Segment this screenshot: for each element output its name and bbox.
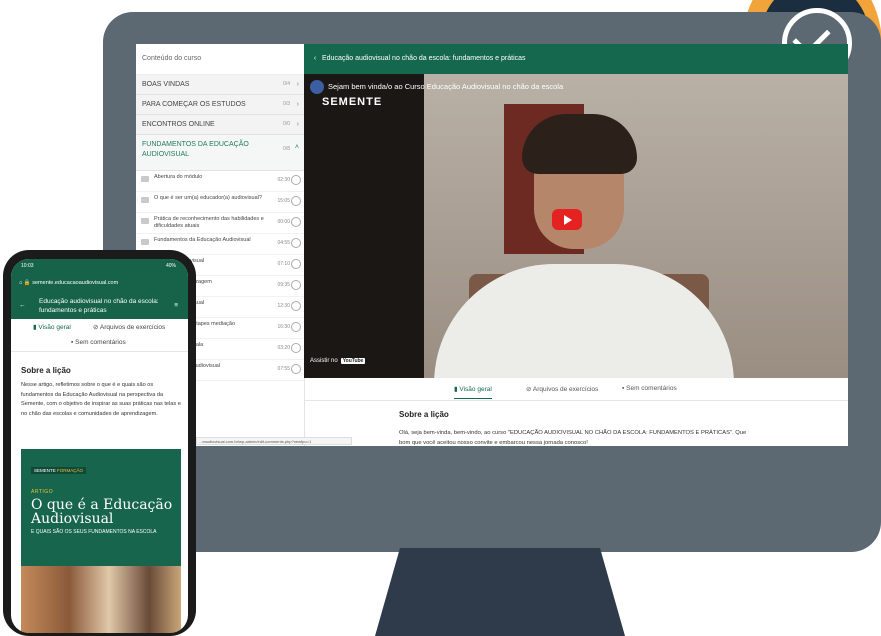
article-photo <box>21 566 181 633</box>
video-player[interactable]: Sejam bem vinda/o ao Curso Educação Audi… <box>304 74 848 378</box>
article-kicker: ARTIGO <box>31 489 54 495</box>
complete-checkbox[interactable] <box>291 280 301 290</box>
lesson-item[interactable]: Abertura do módulo 02:30 <box>136 171 304 192</box>
lesson-duration: 03:20 <box>277 345 290 351</box>
lesson-duration: 07:10 <box>277 261 290 267</box>
channel-avatar <box>310 80 324 94</box>
chevron-right-icon: › <box>296 121 299 128</box>
about-title: Sobre a lição <box>399 410 449 419</box>
complete-checkbox[interactable] <box>291 301 301 311</box>
tab-comments[interactable]: ▪ Sem comentários <box>622 385 677 392</box>
lesson-item[interactable]: Prática de reconhecimento das habilidade… <box>136 213 304 234</box>
tab-files[interactable]: ⊘ Arquivos de exercícios <box>526 385 598 393</box>
article-subtitle: E QUAIS SÃO OS SEUS FUNDAMENTOS NA ESCOL… <box>31 529 157 535</box>
lock-icon: 🔒 <box>23 280 31 286</box>
desktop-screen: Conteúdo do curso BOAS VINDAS 0/4 › PARA C… <box>136 44 848 446</box>
status-url-hint: ...eaudiovisual.com.br/wp-admin/edit-com… <box>196 437 352 445</box>
section-comecar[interactable]: PARA COMEÇAR OS ESTUDOS 0/3 › <box>136 95 304 115</box>
phone-about-text: Nesse artigo, refletimos sobre o que é e… <box>21 382 181 417</box>
phone-url-bar[interactable]: ⌂ 🔒 semente.educacaoaudiovisual.com <box>11 273 188 293</box>
complete-checkbox[interactable] <box>291 322 301 332</box>
lesson-duration: 04:55 <box>277 240 290 246</box>
tab-comments[interactable]: ▪ Sem comentários <box>71 339 126 346</box>
complete-checkbox[interactable] <box>291 217 301 227</box>
section-count: 0/0 <box>283 121 290 127</box>
play-icon <box>141 218 149 224</box>
sidebar-header: Conteúdo do curso <box>136 44 304 75</box>
lesson-title: Abertura do módulo <box>154 174 203 180</box>
play-icon <box>141 197 149 203</box>
section-label: ENCONTROS ONLINE <box>142 121 215 128</box>
video-frame-person-hair <box>522 114 637 174</box>
lesson-title: Educação audiovisual no chão da escola: … <box>322 55 526 62</box>
section-count: 0/3 <box>283 101 290 107</box>
tab-files[interactable]: ⊘ Arquivos de exercícios <box>93 323 165 331</box>
section-count: 0/8 <box>283 146 290 152</box>
complete-checkbox[interactable] <box>291 343 301 353</box>
section-label: PARA COMEÇAR OS ESTUDOS <box>142 101 246 108</box>
play-icon <box>141 239 149 245</box>
lesson-duration: 16:30 <box>277 324 290 330</box>
complete-checkbox[interactable] <box>291 364 301 374</box>
section-label: FUNDAMENTOS DA EDUCAÇÃO AUDIOVISUAL <box>142 141 249 158</box>
youtube-logo: YouTube <box>340 358 366 364</box>
lesson-title: O que é ser um(a) educador(a) audiovisua… <box>154 195 262 201</box>
lesson-tabs: ▮ Visão geral ⊘ Arquivos de exercícios ▪… <box>304 378 848 401</box>
phone-screen: 10:03 40% ⌂ 🔒 semente.educacaoaudiovisual… <box>11 259 188 633</box>
chevron-right-icon: › <box>296 81 299 88</box>
tab-overview[interactable]: ▮ Visão geral <box>33 323 71 331</box>
article-title: O que é a Educação Audiovisual <box>31 497 173 527</box>
complete-checkbox[interactable] <box>291 196 301 206</box>
tab-overview[interactable]: ▮ Visão geral <box>454 385 492 399</box>
lesson-duration: 15:05 <box>277 198 290 204</box>
lesson-duration: 02:30 <box>277 177 290 183</box>
about-text: Olá, seja bem-vinda, bem-vindo, ao curso… <box>399 430 747 446</box>
section-label: BOAS VINDAS <box>142 81 190 88</box>
article-brand: SEMENTE FORMAÇÃO <box>31 467 87 474</box>
chevron-up-icon: ˄ <box>294 144 299 151</box>
lesson-duration: 07:55 <box>277 366 290 372</box>
lesson-duration: 00:00 <box>277 219 290 225</box>
watch-on-youtube[interactable]: Assistir no YouTube <box>310 358 366 364</box>
phone-tabs: ▮ Visão geral ⊘ Arquivos de exercícios ▪… <box>11 319 188 352</box>
lesson-title: Prática de reconhecimento das habilidade… <box>154 216 264 229</box>
lesson-duration: 12:30 <box>277 303 290 309</box>
lesson-item[interactable]: O que é ser um(a) educador(a) audiovisua… <box>136 192 304 213</box>
section-count: 0/4 <box>283 81 290 87</box>
back-arrow-icon[interactable]: ‹ <box>308 44 322 74</box>
monitor-chin <box>128 450 881 522</box>
menu-icon[interactable]: ≡ <box>174 301 178 310</box>
back-arrow-icon[interactable]: ← <box>19 301 26 310</box>
phone-status-bar: 10:03 40% <box>11 259 188 273</box>
complete-checkbox[interactable] <box>291 238 301 248</box>
section-encontros[interactable]: ENCONTROS ONLINE 0/0 › <box>136 115 304 135</box>
section-fundamentos[interactable]: FUNDAMENTOS DA EDUCAÇÃO AUDIOVISUAL 0/8 ˄ <box>136 135 304 171</box>
video-title[interactable]: Sejam bem vinda/o ao Curso Educação Audi… <box>310 80 563 94</box>
chevron-right-icon: › <box>296 101 299 108</box>
lesson-title: Fundamentos da Educação Audiovisual <box>154 237 251 243</box>
youtube-play-icon[interactable] <box>552 209 582 230</box>
semente-logo: SEMENTE <box>322 96 383 108</box>
play-icon <box>141 176 149 182</box>
lesson-topbar: ‹ Educação audiovisual no chão da escola:… <box>304 44 848 74</box>
lesson-duration: 09:35 <box>277 282 290 288</box>
phone-lesson-header: ← Educação audiovisual no chão da escola:… <box>11 293 188 319</box>
section-boas-vindas[interactable]: BOAS VINDAS 0/4 › <box>136 75 304 95</box>
video-frame-bg-left <box>304 74 424 378</box>
complete-checkbox[interactable] <box>291 175 301 185</box>
home-icon[interactable]: ⌂ <box>19 280 22 286</box>
phone-about-title: Sobre a lição <box>21 366 71 375</box>
monitor-stand <box>375 548 625 636</box>
complete-checkbox[interactable] <box>291 259 301 269</box>
